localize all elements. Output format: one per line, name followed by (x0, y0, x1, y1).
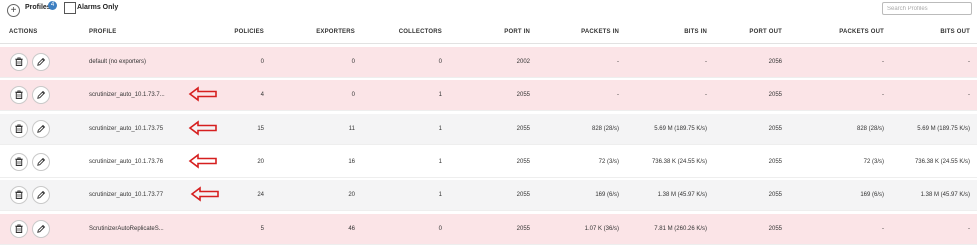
cell-policies: 5 (260, 226, 264, 232)
cell-exporters: 16 (348, 159, 355, 165)
col-profile[interactable]: PROFILE (89, 29, 116, 35)
pencil-icon[interactable] (32, 186, 50, 204)
pencil-icon[interactable] (32, 120, 50, 138)
trash-icon[interactable] (10, 120, 28, 138)
pencil-icon[interactable] (32, 153, 50, 171)
cell-packets-out: - (882, 226, 884, 232)
cell-bits-in: - (705, 59, 707, 65)
col-port-out[interactable]: PORT OUT (732, 29, 782, 35)
cell-bits-in: 1.38 M (45.97 K/s) (657, 192, 707, 198)
cell-port-out: 2055 (768, 126, 782, 132)
alarms-only-checkbox[interactable] (64, 2, 76, 14)
cell-policies: 20 (257, 159, 264, 165)
cell-packets-out: 72 (3/s) (863, 159, 884, 165)
cell-collectors: 0 (438, 59, 442, 65)
cell-packets-out: 828 (28/s) (856, 126, 884, 132)
red-arrow-icon (188, 153, 218, 174)
cell-policies: 0 (260, 59, 264, 65)
cell-port-in: 2055 (516, 159, 530, 165)
cell-collectors: 0 (438, 226, 442, 232)
cell-packets-in: 72 (3/s) (598, 159, 619, 165)
cell-exporters: 0 (351, 59, 355, 65)
cell-bits-in: - (705, 92, 707, 98)
cell-collectors: 1 (438, 192, 442, 198)
table-row: default (no exporters) 0 0 0 2002 - - 2056 - - (0, 47, 977, 78)
red-arrow-icon (190, 186, 220, 207)
cell-packets-in: 828 (28/s) (591, 126, 619, 132)
col-packets-in[interactable]: PACKETS IN (560, 29, 619, 35)
trash-icon[interactable] (10, 186, 28, 204)
trash-icon[interactable] (10, 220, 28, 238)
toolbar: + Profiles 4 Alarms Only (0, 0, 977, 20)
trash-icon[interactable] (10, 86, 28, 104)
cell-port-out: 2055 (768, 192, 782, 198)
pencil-icon[interactable] (32, 220, 50, 238)
cell-packets-out: - (882, 92, 884, 98)
cell-bits-out: - (968, 59, 970, 65)
red-arrow-icon (188, 86, 218, 107)
col-bits-in[interactable]: BITS IN (657, 29, 707, 35)
cell-exporters: 46 (348, 226, 355, 232)
cell-profile[interactable]: ScrutinizerAutoReplicateS... (89, 226, 209, 232)
trash-icon[interactable] (10, 153, 28, 171)
cell-bits-out: 1.38 M (45.97 K/s) (920, 192, 970, 198)
cell-bits-in: 736.38 K (24.55 K/s) (651, 159, 707, 165)
cell-port-in: 2055 (516, 92, 530, 98)
cell-bits-in: 5.69 M (189.75 K/s) (654, 126, 707, 132)
add-profile-icon[interactable]: + (7, 4, 20, 17)
cell-port-out: 2055 (768, 92, 782, 98)
cell-exporters: 11 (348, 126, 355, 132)
cell-exporters: 20 (348, 192, 355, 198)
col-bits-out[interactable]: BITS OUT (915, 29, 970, 35)
cell-bits-out: - (968, 226, 970, 232)
cell-bits-out: 5.69 M (189.75 K/s) (917, 126, 970, 132)
table-row: scrutinizer_auto_10.1.73.7... 4 0 1 2055- -20… (0, 80, 977, 111)
cell-collectors: 1 (438, 126, 442, 132)
cell-port-in: 2055 (516, 226, 530, 232)
cell-packets-in: 1.07 K (36/s) (584, 226, 619, 232)
col-actions: ACTIONS (9, 29, 38, 35)
cell-port-in: 2055 (516, 192, 530, 198)
col-policies[interactable]: POLICIES (214, 29, 264, 35)
search-profiles-input[interactable] (882, 2, 972, 15)
trash-icon[interactable] (10, 53, 28, 71)
cell-port-in: 2002 (516, 59, 530, 65)
cell-packets-out: 169 (6/s) (860, 192, 884, 198)
cell-bits-out: - (968, 92, 970, 98)
profiles-label: Profiles (25, 4, 51, 11)
pencil-icon[interactable] (32, 53, 50, 71)
cell-bits-out: 736.38 K (24.55 K/s) (914, 159, 970, 165)
cell-policies: 24 (257, 192, 264, 198)
col-port-in[interactable]: PORT IN (480, 29, 530, 35)
profiles-count-badge: 4 (48, 1, 57, 10)
cell-policies: 4 (260, 92, 264, 98)
cell-collectors: 1 (438, 159, 442, 165)
cell-bits-in: 7.81 M (260.26 K/s) (654, 226, 707, 232)
cell-profile[interactable]: default (no exporters) (89, 59, 209, 65)
cell-port-in: 2055 (516, 126, 530, 132)
cell-packets-in: - (617, 59, 619, 65)
table-row: scrutinizer_auto_10.1.73.76 20 16 1 2055 72 (… (0, 147, 977, 178)
col-collectors[interactable]: COLLECTORS (385, 29, 442, 35)
cell-policies: 15 (257, 126, 264, 132)
pencil-icon[interactable] (32, 86, 50, 104)
cell-packets-out: - (882, 59, 884, 65)
cell-exporters: 0 (351, 92, 355, 98)
table-row: scrutinizer_auto_10.1.73.77 24 20 1 2055 169 … (0, 180, 977, 211)
red-arrow-icon (188, 120, 218, 141)
table-row: scrutinizer_auto_10.1.73.75 15 11 1 2055 828 … (0, 114, 977, 145)
cell-port-out: 2056 (768, 59, 782, 65)
table-header: ACTIONS PROFILE POLICIES EXPORTERS COLLE… (0, 21, 977, 44)
cell-port-out: 2055 (768, 226, 782, 232)
cell-packets-in: - (617, 92, 619, 98)
cell-packets-in: 169 (6/s) (595, 192, 619, 198)
col-packets-out[interactable]: PACKETS OUT (816, 29, 884, 35)
cell-port-out: 2055 (768, 159, 782, 165)
col-exporters[interactable]: EXPORTERS (300, 29, 355, 35)
table-row: ScrutinizerAutoReplicateS... 5 46 0 2055 1.07… (0, 214, 977, 245)
cell-collectors: 1 (438, 92, 442, 98)
alarms-only-label: Alarms Only (77, 4, 119, 11)
